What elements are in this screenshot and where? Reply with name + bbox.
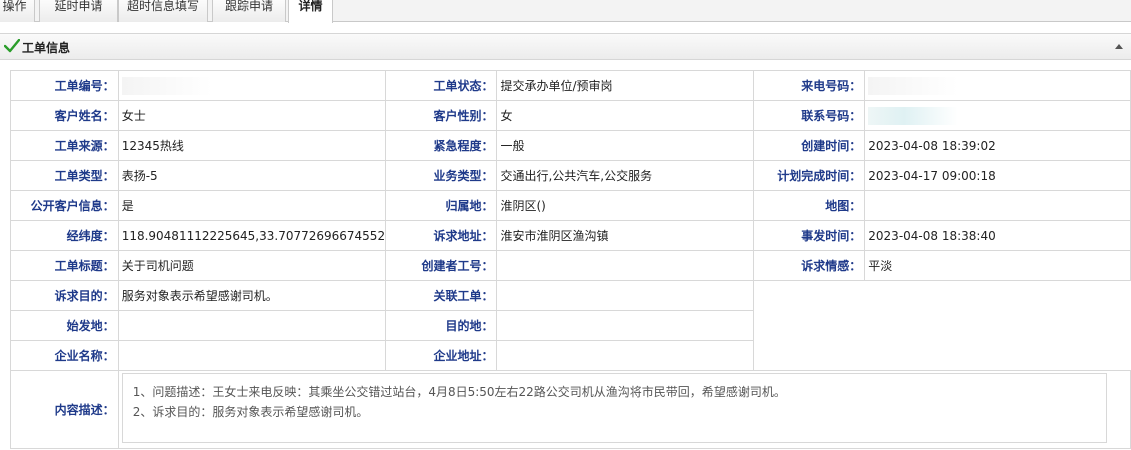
value-caller-no bbox=[864, 70, 1131, 101]
table-row: 工单编号： 工单状态： 提交承办单位/预审岗 来电号码： bbox=[10, 70, 1131, 101]
value-related bbox=[496, 280, 754, 311]
redacted-value bbox=[868, 76, 959, 95]
table-row: 企业名称： 企业地址： bbox=[10, 340, 1131, 371]
tab-bar: 操作 延时申请 超时信息填写 跟踪申请 详情 bbox=[0, 0, 1131, 23]
value-created-at: 2023-04-08 18:39:02 bbox=[864, 130, 1131, 161]
label-address: 诉求地址： bbox=[385, 220, 498, 251]
value-map[interactable] bbox=[864, 190, 1131, 221]
label-ticket-type: 工单类型： bbox=[10, 160, 119, 191]
value-planned-done: 2023-04-17 09:00:18 bbox=[864, 160, 1131, 191]
value-ticket-status: 提交承办单位/预审岗 bbox=[496, 70, 754, 101]
label-content: 内容描述： bbox=[10, 370, 119, 449]
value-public-info: 是 bbox=[117, 190, 387, 221]
tab-track-request[interactable]: 跟踪申请 bbox=[212, 0, 286, 22]
tab-delay-request[interactable]: 延时申请 bbox=[39, 0, 118, 22]
table-row: 客户姓名： 女士 客户性别： 女 联系号码： bbox=[10, 100, 1131, 131]
tab-timeout-info[interactable]: 超时信息填写 bbox=[118, 0, 208, 22]
collapse-icon[interactable] bbox=[1115, 44, 1123, 49]
value-ticket-type: 表扬-5 bbox=[117, 160, 387, 191]
label-map: 地图： bbox=[752, 190, 866, 221]
table-row: 经纬度： 118.90481112225645,33.7077269667455… bbox=[10, 220, 1131, 251]
table-row: 内容描述： 1、问题描述：王女士来电反映：其乘坐公交错过站台，4月8日5:50左… bbox=[10, 370, 1131, 449]
table-row: 工单类型： 表扬-5 业务类型： 交通出行,公共汽车,公交服务 计划完成时间： … bbox=[10, 160, 1131, 191]
redacted-value bbox=[121, 76, 212, 95]
value-customer-gender: 女 bbox=[496, 100, 754, 131]
label-origin: 始发地： bbox=[10, 310, 119, 341]
value-urgency: 一般 bbox=[496, 130, 754, 161]
tab-details[interactable]: 详情 bbox=[288, 0, 333, 23]
label-company-name: 企业名称： bbox=[10, 340, 119, 371]
value-source: 12345热线 bbox=[117, 130, 387, 161]
label-caller-no: 来电号码： bbox=[752, 70, 866, 101]
label-ticket-no: 工单编号： bbox=[10, 70, 119, 101]
value-incident-time: 2023-04-08 18:38:40 bbox=[864, 220, 1131, 251]
table-row: 工单标题： 关于司机问题 创建者工号： 诉求情感： 平淡 bbox=[10, 250, 1131, 281]
label-destination: 目的地： bbox=[385, 310, 498, 341]
value-lnglat: 118.90481112225645,33.70772696674552 bbox=[117, 220, 387, 251]
label-customer-gender: 客户性别： bbox=[385, 100, 498, 131]
label-customer-name: 客户姓名： bbox=[10, 100, 119, 131]
label-district: 归属地： bbox=[385, 190, 498, 221]
label-contact-no: 联系号码： bbox=[752, 100, 866, 131]
value-origin bbox=[117, 310, 387, 341]
label-planned-done: 计划完成时间： bbox=[752, 160, 866, 191]
label-company-address: 企业地址： bbox=[385, 340, 498, 371]
ticket-info-table: 工单编号： 工单状态： 提交承办单位/预审岗 来电号码： 客户姓名： 女士 客户… bbox=[10, 70, 1131, 449]
label-purpose: 诉求目的： bbox=[10, 280, 119, 311]
label-public-info: 公开客户信息： bbox=[10, 190, 119, 221]
value-emotion: 平淡 bbox=[864, 250, 1131, 281]
value-purpose: 服务对象表示希望感谢司机。 bbox=[117, 280, 387, 311]
value-destination bbox=[496, 310, 754, 341]
label-creator-id: 创建者工号： bbox=[385, 250, 498, 281]
value-ticket-no bbox=[117, 70, 387, 101]
value-content-cell: 1、问题描述：王女士来电反映：其乘坐公交错过站台，4月8日5:50左右22路公交… bbox=[117, 370, 1131, 449]
label-incident-time: 事发时间： bbox=[752, 220, 866, 251]
redacted-value bbox=[868, 106, 959, 125]
check-icon bbox=[4, 39, 20, 53]
label-ticket-status: 工单状态： bbox=[385, 70, 498, 101]
value-title: 关于司机问题 bbox=[117, 250, 387, 281]
value-company-name bbox=[117, 340, 387, 371]
content-textarea[interactable]: 1、问题描述：王女士来电反映：其乘坐公交错过站台，4月8日5:50左右22路公交… bbox=[121, 373, 1107, 443]
label-created-at: 创建时间： bbox=[752, 130, 866, 161]
tab-operate[interactable]: 操作 bbox=[0, 0, 35, 22]
value-business-type: 交通出行,公共汽车,公交服务 bbox=[496, 160, 754, 191]
label-urgency: 紧急程度： bbox=[385, 130, 498, 161]
table-row: 始发地： 目的地： bbox=[10, 310, 1131, 341]
label-related: 关联工单： bbox=[385, 280, 498, 311]
label-title: 工单标题： bbox=[10, 250, 119, 281]
value-company-address bbox=[496, 340, 754, 371]
value-creator-id bbox=[496, 250, 754, 281]
value-district: 淮阴区() bbox=[496, 190, 754, 221]
value-contact-no bbox=[864, 100, 1131, 131]
panel-header: 工单信息 bbox=[0, 33, 1131, 60]
label-lnglat: 经纬度： bbox=[10, 220, 119, 251]
label-emotion: 诉求情感： bbox=[752, 250, 866, 281]
content-line-2: 2、诉求目的：服务对象表示希望感谢司机。 bbox=[132, 405, 369, 419]
panel-title: 工单信息 bbox=[22, 41, 71, 55]
table-row: 诉求目的： 服务对象表示希望感谢司机。 关联工单： bbox=[10, 280, 1131, 311]
value-address: 淮安市淮阴区渔沟镇 bbox=[496, 220, 754, 251]
value-customer-name: 女士 bbox=[117, 100, 387, 131]
content-line-1: 1、问题描述：王女士来电反映：其乘坐公交错过站台，4月8日5:50左右22路公交… bbox=[132, 385, 786, 399]
table-row: 公开客户信息： 是 归属地： 淮阴区() 地图： bbox=[10, 190, 1131, 221]
table-row: 工单来源： 12345热线 紧急程度： 一般 创建时间： 2023-04-08 … bbox=[10, 130, 1131, 161]
label-source: 工单来源： bbox=[10, 130, 119, 161]
label-business-type: 业务类型： bbox=[385, 160, 498, 191]
